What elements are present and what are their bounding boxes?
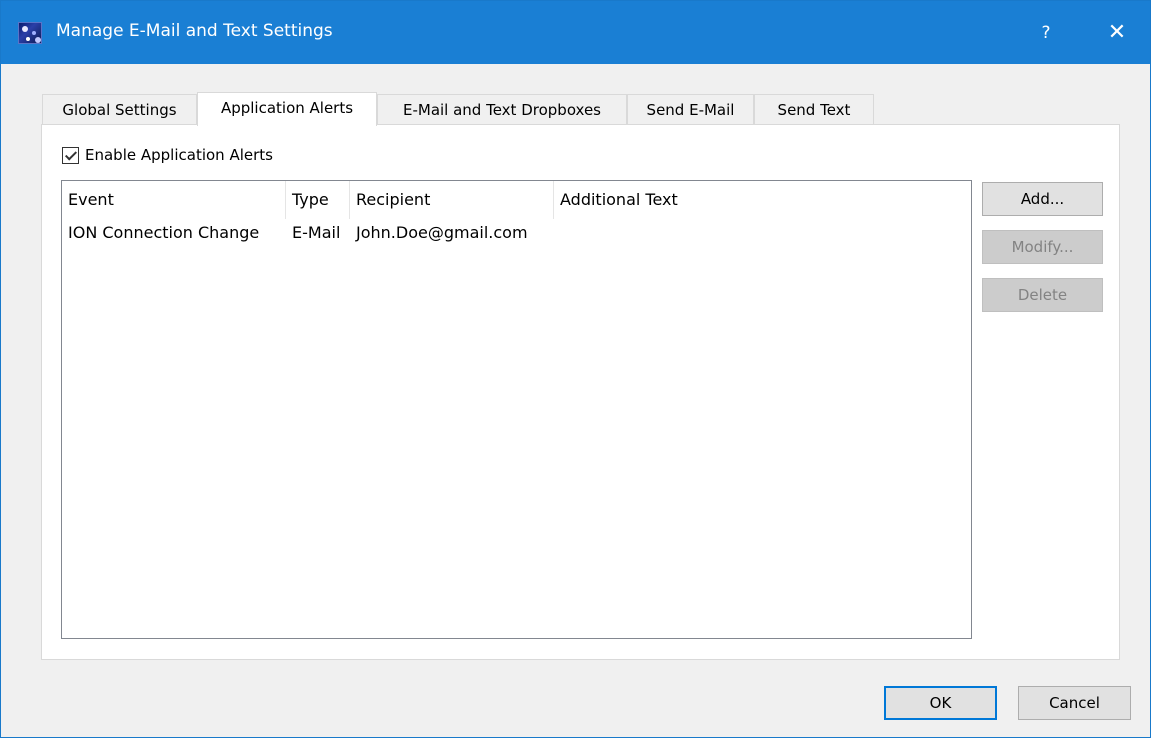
add-button[interactable]: Add...: [982, 182, 1103, 216]
tab-global-settings[interactable]: Global Settings: [42, 94, 197, 125]
table-row[interactable]: ION Connection Change E-Mail John.Doe@gm…: [62, 221, 971, 249]
enable-alerts-row[interactable]: Enable Application Alerts: [62, 145, 273, 165]
alerts-list[interactable]: Event Type Recipient Additional Text ION…: [61, 180, 972, 639]
modify-button[interactable]: Modify...: [982, 230, 1103, 264]
app-logo-icon: [18, 22, 42, 44]
cell-type: E-Mail: [292, 223, 341, 242]
tab-send-text[interactable]: Send Text: [754, 94, 874, 125]
window-title: Manage E-Mail and Text Settings: [56, 21, 333, 41]
cell-additional-text: [554, 221, 754, 249]
ok-button[interactable]: OK: [884, 686, 997, 720]
tab-bar: Global Settings Application Alerts E-Mai…: [42, 92, 942, 126]
column-header-additional-text[interactable]: Additional Text: [554, 181, 754, 219]
help-button[interactable]: ?: [1031, 15, 1061, 51]
tab-email-text-dropboxes[interactable]: E-Mail and Text Dropboxes: [377, 94, 627, 125]
column-header-recipient[interactable]: Recipient: [350, 181, 554, 219]
column-header-event[interactable]: Event: [62, 181, 286, 219]
application-alerts-panel: Enable Application Alerts Event Type Rec…: [41, 124, 1120, 660]
tab-application-alerts[interactable]: Application Alerts: [197, 92, 377, 126]
alerts-list-header: Event Type Recipient Additional Text: [62, 181, 971, 221]
column-header-type[interactable]: Type: [286, 181, 350, 219]
cancel-button[interactable]: Cancel: [1018, 686, 1131, 720]
enable-alerts-checkbox[interactable]: [62, 146, 79, 164]
title-bar[interactable]: Manage E-Mail and Text Settings ? ✕: [1, 1, 1150, 64]
dialog-window: Manage E-Mail and Text Settings ? ✕ Glob…: [0, 0, 1151, 738]
tab-send-email[interactable]: Send E-Mail: [627, 94, 754, 125]
cell-event: ION Connection Change: [68, 223, 260, 242]
close-button[interactable]: ✕: [1097, 15, 1137, 51]
delete-button[interactable]: Delete: [982, 278, 1103, 312]
enable-alerts-label[interactable]: Enable Application Alerts: [85, 146, 273, 164]
cell-recipient: John.Doe@gmail.com: [356, 223, 528, 242]
